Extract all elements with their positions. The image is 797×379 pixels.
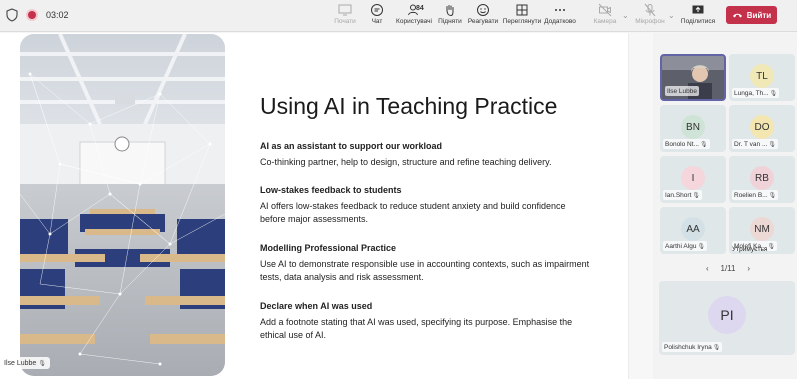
- slide-scrollbar[interactable]: [628, 33, 653, 379]
- mic-button[interactable]: Мікрофон: [630, 2, 670, 30]
- hold-status-label: Утримуєтья: [732, 246, 768, 253]
- share-screen-button[interactable]: Поділитися: [678, 2, 718, 30]
- participant-name: Ian.Short 🎙: [663, 190, 703, 200]
- react-label: Реагувати: [467, 18, 499, 25]
- participant-tile[interactable]: TL Lunga, Th... 🎙: [729, 54, 795, 101]
- people-count: 84: [416, 5, 424, 12]
- participant-name: Lunga, Th... 🎙: [732, 88, 780, 98]
- share-screen-label: Поділитися: [680, 18, 716, 25]
- chat-label: Чат: [371, 18, 383, 25]
- mic-off-icon: 🎙: [768, 141, 776, 148]
- mic-off-icon: 🎙: [768, 192, 777, 199]
- leave-label: Вийти: [746, 10, 772, 20]
- shared-slide: Using AI in Teaching Practice AI as an a…: [0, 33, 653, 379]
- camera-label: Камера: [593, 18, 617, 25]
- participant-tile[interactable]: AA Aarthi Algu 🎙: [660, 207, 726, 254]
- slide-section: Declare when AI was used Add a footnote …: [260, 300, 590, 342]
- recording-icon: [28, 11, 36, 19]
- avatar: DO: [750, 115, 774, 139]
- mic-off-icon: [644, 3, 656, 17]
- avatar: I: [681, 166, 705, 190]
- participant-name: Roelien B... 🎙: [732, 190, 779, 200]
- camera-button[interactable]: Камера: [585, 2, 625, 30]
- meeting-toolbar: 03:02 Почати Чат 84 Користувачі Підняти …: [0, 0, 797, 32]
- share-icon: [692, 5, 704, 14]
- mic-off-icon: 🎙: [767, 243, 776, 250]
- participant-name: Bonolo Nt... 🎙: [663, 139, 710, 149]
- avatar: BN: [681, 115, 705, 139]
- section-heading: Modelling Professional Practice: [260, 243, 397, 253]
- mic-off-icon: 🎙: [692, 192, 701, 199]
- mic-off-icon: 🎙: [699, 141, 708, 148]
- participant-name: Polishchuk Iryna 🎙: [662, 342, 723, 352]
- slide-section: AI as an assistant to support our worklo…: [260, 140, 590, 169]
- shield-icon: [6, 8, 18, 22]
- camera-options-chevron-icon[interactable]: ⌄: [622, 11, 629, 20]
- react-button[interactable]: Реагувати: [463, 2, 503, 30]
- chat-button[interactable]: Чат: [357, 2, 397, 30]
- previous-page-icon[interactable]: ‹: [706, 264, 709, 273]
- participant-tile[interactable]: I Ian.Short 🎙: [660, 156, 726, 203]
- teams-meeting-window: 03:02 Почати Чат 84 Користувачі Підняти …: [0, 0, 797, 379]
- mic-off-icon: 🎙: [697, 243, 706, 250]
- avatar: NM: [750, 217, 774, 241]
- section-body: Use AI to demonstrate responsible use in…: [260, 259, 590, 282]
- mic-icon: 🎙: [38, 360, 46, 367]
- mic-off-icon: 🎙: [769, 90, 778, 97]
- more-button[interactable]: Додатково: [540, 2, 580, 30]
- people-label: Користувачі: [396, 18, 432, 25]
- people-button[interactable]: 84 Користувачі: [394, 2, 434, 30]
- section-heading: AI as an assistant to support our worklo…: [260, 141, 443, 151]
- leave-button[interactable]: Вийти: [726, 6, 777, 24]
- camera-off-icon: [598, 3, 612, 17]
- section-body: AI offers low-stakes feedback to reduce …: [260, 201, 566, 224]
- featured-participant-tile[interactable]: PI Polishchuk Iryna 🎙: [659, 281, 795, 355]
- slide-section: Low-stakes feedback to students AI offer…: [260, 184, 590, 226]
- section-body: Add a footnote stating that AI was used,…: [260, 317, 573, 340]
- participant-tile[interactable]: Ilse Lubbe: [660, 54, 726, 101]
- mic-label: Мікрофон: [635, 18, 665, 25]
- participant-tile[interactable]: BN Bonolo Nt... 🎙: [660, 105, 726, 152]
- avatar: RB: [750, 166, 774, 190]
- slide-title: Using AI in Teaching Practice: [260, 93, 558, 119]
- screen-icon: [338, 4, 352, 16]
- classroom-image: [20, 34, 225, 376]
- more-icon: [555, 9, 565, 11]
- participant-tile[interactable]: DO Dr. T van ... 🎙: [729, 105, 795, 152]
- classroom-illustration: [20, 34, 225, 376]
- avatar: TL: [750, 64, 774, 88]
- hand-icon: [446, 5, 454, 17]
- gallery-pager: ‹ 1/11 ›: [706, 264, 750, 273]
- slide-section: Modelling Professional Practice Use AI t…: [260, 242, 590, 284]
- smile-icon: [477, 4, 489, 16]
- section-heading: Low-stakes feedback to students: [260, 185, 402, 195]
- section-heading: Declare when AI was used: [260, 301, 373, 311]
- chat-icon: [371, 4, 383, 16]
- avatar: PI: [708, 296, 746, 334]
- presenter-name-tag: Ilse Lubbe 🎙: [0, 357, 50, 369]
- phone-icon: [732, 13, 742, 18]
- more-label: Додатково: [544, 18, 576, 25]
- view-label: Переглянути: [502, 18, 542, 25]
- next-page-icon[interactable]: ›: [747, 264, 750, 273]
- presenter-name: Ilse Lubbe: [4, 359, 37, 367]
- mic-off-icon: 🎙: [712, 344, 721, 351]
- avatar: AA: [681, 217, 705, 241]
- section-body: Co-thinking partner, help to design, str…: [260, 157, 552, 167]
- view-button[interactable]: Переглянути: [502, 2, 542, 30]
- grid-icon: [516, 4, 528, 16]
- mic-options-chevron-icon[interactable]: ⌄: [668, 11, 675, 20]
- participant-name: Ilse Lubbe: [665, 86, 699, 96]
- participant-tile[interactable]: RB Roelien B... 🎙: [729, 156, 795, 203]
- meeting-status: 03:02: [6, 8, 69, 22]
- page-indicator: 1/11: [720, 264, 736, 273]
- participant-name: Dr. T van ... 🎙: [732, 139, 778, 149]
- meeting-timer: 03:02: [46, 10, 69, 20]
- participant-name: Aarthi Algu 🎙: [663, 241, 708, 251]
